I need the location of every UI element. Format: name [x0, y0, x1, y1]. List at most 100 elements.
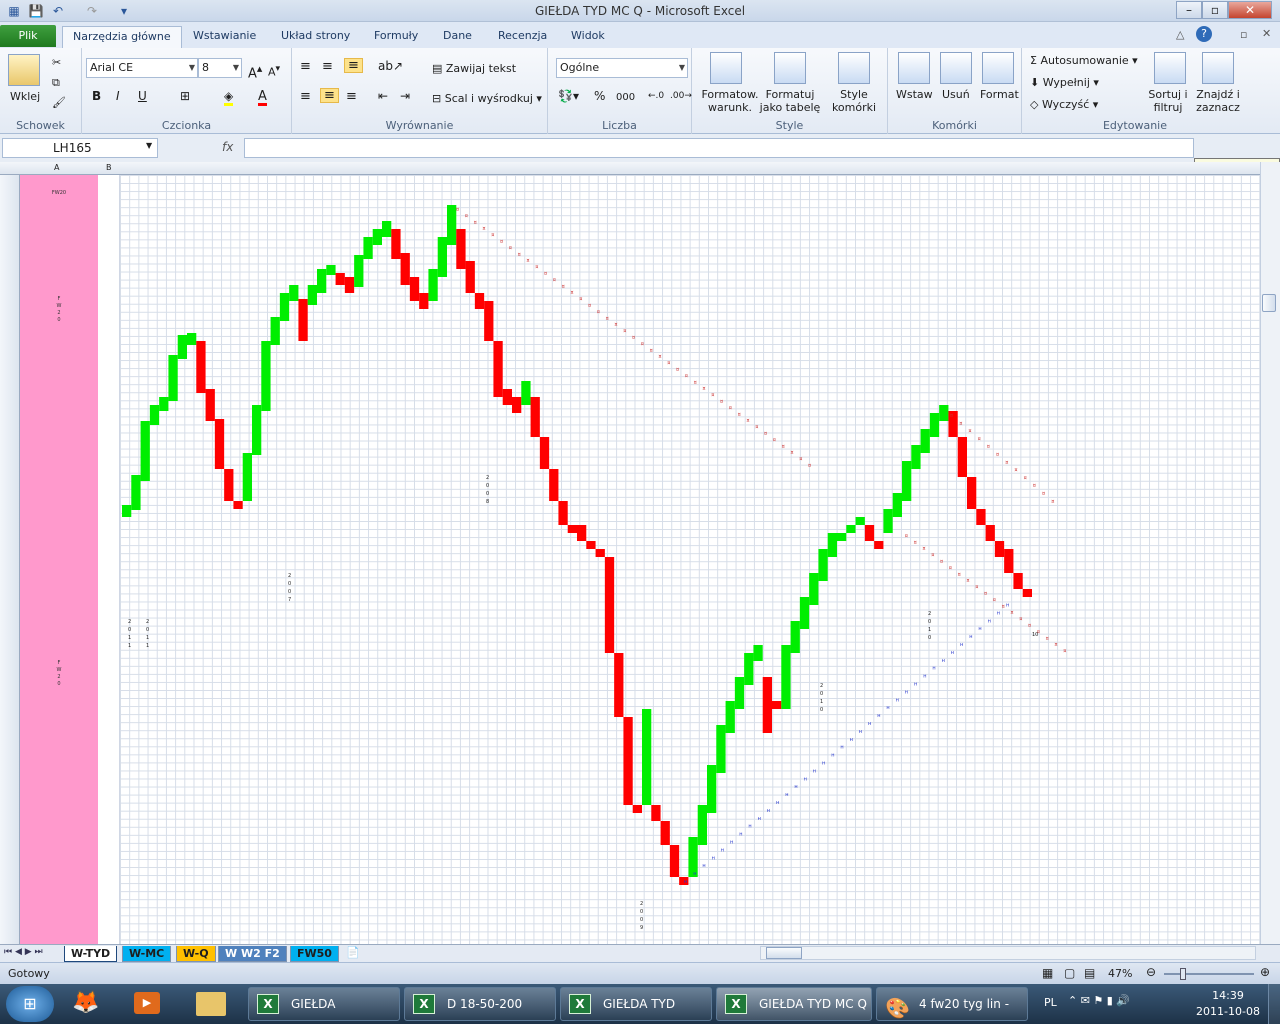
- formula-input[interactable]: [244, 138, 1194, 158]
- horizontal-scroll-thumb[interactable]: [766, 947, 802, 959]
- start-button-icon[interactable]: ⊞: [6, 986, 54, 1022]
- ribbon-minimize-icon[interactable]: △: [1176, 28, 1184, 41]
- clock-date[interactable]: 2011-10-08: [1196, 1005, 1260, 1018]
- cell-styles-button[interactable]: Style komórki: [826, 88, 882, 114]
- copy-icon[interactable]: ⧉: [52, 76, 60, 89]
- zoom-slider[interactable]: [1164, 973, 1254, 975]
- language-indicator[interactable]: PL: [1044, 996, 1057, 1009]
- tray-icons[interactable]: ⌃ ✉ ⚑ ▮ 🔊: [1068, 994, 1130, 1007]
- insert-button[interactable]: Wstaw: [896, 88, 933, 101]
- zoom-slider-thumb[interactable]: [1180, 968, 1186, 980]
- font-size-combo[interactable]: 8 ▼: [198, 58, 242, 78]
- font-name-combo[interactable]: Arial CE ▼: [86, 58, 198, 78]
- delete-cells-icon[interactable]: [940, 52, 972, 84]
- sort-filter-button[interactable]: Sortuj i filtruj: [1144, 88, 1192, 114]
- zoom-out-icon[interactable]: ⊖: [1146, 965, 1156, 979]
- borders-icon[interactable]: ⊞: [180, 90, 190, 103]
- shrink-font-icon[interactable]: A▾: [268, 62, 280, 79]
- delete-button[interactable]: Usuń: [942, 88, 970, 101]
- align-top-icon[interactable]: ≡: [300, 60, 311, 73]
- font-color-icon[interactable]: A: [258, 90, 267, 106]
- media-player-icon[interactable]: ▶: [134, 992, 160, 1014]
- autosum-button[interactable]: Σ Autosumowanie ▾: [1030, 54, 1138, 67]
- sheet-nav-first-icon[interactable]: ⏮ ◀ ▶ ⏭: [4, 947, 43, 957]
- grow-font-icon[interactable]: A▴: [248, 62, 262, 80]
- taskbar-paint[interactable]: 🎨4 fw20 tyg lin - P...: [876, 987, 1028, 1021]
- align-middle-icon[interactable]: ≡: [322, 60, 333, 73]
- sheet-tab-fw50[interactable]: FW50: [290, 946, 339, 962]
- show-desktop-button[interactable]: [1268, 984, 1280, 1024]
- sheet-tab-w-mc[interactable]: W-MC: [122, 946, 172, 962]
- decrease-indent-icon[interactable]: ⇤: [378, 90, 388, 103]
- paste-button[interactable]: Wklej: [10, 90, 40, 103]
- fill-color-icon[interactable]: ◈: [224, 90, 234, 106]
- vertical-scroll-thumb[interactable]: [1262, 294, 1276, 312]
- sheet-tab-w-q[interactable]: W-Q: [176, 946, 216, 962]
- sort-filter-icon[interactable]: [1154, 52, 1186, 84]
- tab-review[interactable]: Recenzja: [488, 26, 557, 48]
- page-break-view-icon[interactable]: ▤: [1084, 966, 1095, 980]
- taskbar-gielda[interactable]: X GIEŁDA: [248, 987, 400, 1021]
- clear-button[interactable]: ◇ Wyczyść ▾: [1030, 98, 1098, 111]
- increase-decimal-icon[interactable]: ←.0: [648, 90, 664, 103]
- maximize-button[interactable]: ▫: [1202, 1, 1228, 19]
- column-b-values[interactable]: [98, 175, 120, 944]
- bold-icon[interactable]: B: [92, 90, 101, 103]
- doc-close-icon[interactable]: ✕: [1262, 27, 1271, 40]
- align-left-icon[interactable]: ≡: [300, 90, 311, 103]
- column-headers[interactable]: A B: [0, 162, 1260, 175]
- conditional-format-icon[interactable]: [710, 52, 742, 84]
- find-select-icon[interactable]: [1202, 52, 1234, 84]
- conditional-format-button[interactable]: Formatow. warunk.: [698, 88, 762, 114]
- tab-view[interactable]: Widok: [561, 26, 615, 48]
- firefox-icon[interactable]: 🦊: [72, 990, 99, 1015]
- pink-column-a[interactable]: [20, 175, 98, 944]
- align-right-icon[interactable]: ≡: [346, 90, 357, 103]
- tab-data[interactable]: Dane: [433, 26, 482, 48]
- zoom-in-icon[interactable]: ⊕: [1260, 965, 1270, 979]
- number-format-combo[interactable]: Ogólne ▼: [556, 58, 688, 78]
- doc-restore-icon[interactable]: ▫: [1240, 28, 1247, 41]
- taskbar-d-18-50-200[interactable]: XD 18-50-200: [404, 987, 556, 1021]
- sheet-tab-w-w2-f2[interactable]: W W2 F2: [218, 946, 287, 962]
- sheet-tab-w-tyd[interactable]: W-TYD: [64, 946, 118, 962]
- taskbar-gielda-tyd[interactable]: X GIEŁDA TYD: [560, 987, 712, 1021]
- merge-center-button[interactable]: ⊟ Scal i wyśrodkuj ▾: [432, 92, 542, 105]
- insert-sheet-icon[interactable]: 📄: [346, 946, 360, 959]
- explorer-folder-icon[interactable]: [196, 992, 226, 1016]
- thousands-icon[interactable]: 000: [616, 91, 635, 104]
- format-as-table-icon[interactable]: [774, 52, 806, 84]
- insert-cells-icon[interactable]: [898, 52, 930, 84]
- format-painter-icon[interactable]: 🖌: [52, 96, 66, 109]
- format-button[interactable]: Format: [980, 88, 1019, 101]
- cut-icon[interactable]: ✂: [52, 56, 61, 69]
- zoom-level[interactable]: 47%: [1108, 967, 1132, 980]
- row-headers[interactable]: [0, 175, 20, 944]
- name-box[interactable]: LH165: [2, 138, 158, 158]
- name-box-dropdown-icon[interactable]: ▼: [146, 141, 152, 150]
- align-center-icon[interactable]: ≡: [320, 88, 339, 103]
- tab-page-layout[interactable]: Układ strony: [271, 26, 360, 48]
- column-header-a[interactable]: A: [54, 163, 59, 172]
- horizontal-scrollbar[interactable]: [760, 946, 1256, 960]
- cell-styles-icon[interactable]: [838, 52, 870, 84]
- format-cells-icon[interactable]: [982, 52, 1014, 84]
- underline-icon[interactable]: U: [138, 90, 147, 103]
- tab-file[interactable]: Plik: [0, 25, 56, 47]
- currency-icon[interactable]: 💱▾: [558, 90, 579, 103]
- insert-function-icon[interactable]: fx: [222, 140, 233, 154]
- clock-time[interactable]: 14:39: [1196, 989, 1260, 1002]
- decrease-decimal-icon[interactable]: .00→: [670, 90, 692, 103]
- minimize-button[interactable]: –: [1176, 1, 1202, 19]
- normal-view-icon[interactable]: ▦: [1042, 966, 1053, 980]
- align-bottom-icon[interactable]: ≡: [344, 58, 363, 73]
- vertical-scrollbar[interactable]: [1260, 162, 1280, 944]
- close-button[interactable]: ✕: [1228, 1, 1272, 19]
- help-icon[interactable]: ?: [1196, 26, 1212, 42]
- page-layout-view-icon[interactable]: ▢: [1064, 966, 1075, 980]
- italic-icon[interactable]: I: [116, 90, 120, 103]
- format-as-table-button[interactable]: Formatuj jako tabelę: [758, 88, 822, 114]
- tab-formulas[interactable]: Formuły: [364, 26, 428, 48]
- increase-indent-icon[interactable]: ⇥: [400, 90, 410, 103]
- column-header-b[interactable]: B: [106, 163, 112, 172]
